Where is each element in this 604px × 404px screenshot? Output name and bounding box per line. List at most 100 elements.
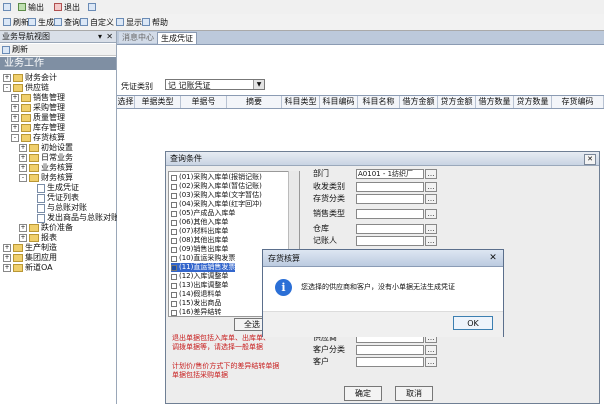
expand-icon[interactable]: + xyxy=(19,144,27,152)
tree-item[interactable]: + 质量管理 xyxy=(11,113,65,123)
column-header[interactable]: 贷方金额 xyxy=(438,96,476,108)
generate-button[interactable]: 生成 xyxy=(28,15,54,29)
ellipsis-button[interactable]: … xyxy=(425,209,437,219)
close-icon[interactable]: ✕ xyxy=(584,154,596,165)
column-header[interactable]: 科目类型 xyxy=(282,96,320,108)
list-item[interactable]: (01)采购入库单(报销记账) xyxy=(171,173,262,182)
field-input[interactable] xyxy=(356,209,424,219)
list-item[interactable]: (15)发出商品 xyxy=(171,299,221,308)
checkbox[interactable] xyxy=(171,246,177,253)
app-icon[interactable] xyxy=(3,0,11,14)
checkbox[interactable] xyxy=(171,282,177,289)
checkbox[interactable] xyxy=(171,183,177,190)
checkbox[interactable] xyxy=(171,219,177,226)
field-input[interactable] xyxy=(356,224,424,234)
custom-button[interactable]: 自定义 xyxy=(80,15,114,29)
tree-item[interactable]: + 生产制造 xyxy=(3,243,57,253)
column-header[interactable]: 借方数量 xyxy=(476,96,514,108)
navigation-refresh-button[interactable]: 刷新 xyxy=(0,44,116,56)
expand-icon[interactable]: + xyxy=(3,74,11,82)
ellipsis-button[interactable]: … xyxy=(425,182,437,192)
expand-icon[interactable]: + xyxy=(11,104,19,112)
tree-item[interactable]: + 新道OA xyxy=(3,263,53,273)
collapse-icon[interactable]: - xyxy=(19,174,27,182)
tab-message-center[interactable]: 消息中心 xyxy=(119,32,157,43)
section-header[interactable]: 业务工作 xyxy=(0,57,116,70)
checkbox[interactable] xyxy=(171,264,177,271)
list-item[interactable]: (04)采购入库单(红字回冲) xyxy=(171,200,262,209)
tree-item[interactable]: - 财务核算 xyxy=(19,173,73,183)
tree-item[interactable]: 生成凭证 xyxy=(27,183,79,193)
expand-icon[interactable]: + xyxy=(11,124,19,132)
list-item[interactable]: (06)其他入库单 xyxy=(171,218,228,227)
tree-item[interactable]: + 财务会计 xyxy=(3,73,57,83)
tab-generate-voucher[interactable]: 生成凭证 xyxy=(157,32,197,44)
checkbox[interactable] xyxy=(171,237,177,244)
checkbox[interactable] xyxy=(171,309,177,316)
list-item[interactable]: (09)销售出库单 xyxy=(171,245,228,254)
ellipsis-button[interactable]: … xyxy=(425,194,437,204)
column-header[interactable]: 贷方数量 xyxy=(514,96,552,108)
checkbox[interactable] xyxy=(171,255,177,262)
help-toolbar-button[interactable]: 帮助 xyxy=(142,15,168,29)
list-item[interactable]: (12)入库调整单 xyxy=(171,272,228,281)
list-item[interactable]: (14)假退料单 xyxy=(171,290,221,299)
expand-icon[interactable]: + xyxy=(11,114,19,122)
column-header[interactable]: 选择 xyxy=(117,96,135,108)
list-item[interactable]: (08)其他出库单 xyxy=(171,236,228,245)
message-ok-button[interactable]: OK xyxy=(453,316,493,330)
output-button[interactable]: 输出 xyxy=(18,0,44,14)
column-header[interactable]: 科目名称 xyxy=(358,96,400,108)
expand-icon[interactable]: + xyxy=(3,244,11,252)
expand-icon[interactable]: + xyxy=(19,234,27,242)
collapse-icon[interactable]: - xyxy=(11,134,19,142)
collapse-icon[interactable]: - xyxy=(3,84,11,92)
list-item[interactable]: (13)出库调整单 xyxy=(171,281,228,290)
query-button[interactable]: 查询 xyxy=(54,15,80,29)
list-item[interactable]: (10)直运采购发票 xyxy=(171,254,235,263)
expand-icon[interactable]: + xyxy=(3,254,11,262)
column-header[interactable]: 借方金额 xyxy=(400,96,438,108)
checkbox[interactable] xyxy=(171,228,177,235)
ellipsis-button[interactable]: … xyxy=(425,224,437,234)
display-button[interactable]: 显示 xyxy=(116,15,142,29)
tree-item[interactable]: + 跌价准备 xyxy=(19,223,73,233)
column-header[interactable]: 科目编码 xyxy=(320,96,358,108)
tree-item[interactable]: + 集团应用 xyxy=(3,253,57,263)
field-input[interactable] xyxy=(356,357,424,367)
ellipsis-button[interactable]: … xyxy=(425,236,437,246)
help-button[interactable] xyxy=(88,0,96,14)
tree-item[interactable]: 凭证列表 xyxy=(27,193,79,203)
list-item[interactable]: (05)产成品入库单 xyxy=(171,209,235,218)
tree-item[interactable]: 发出商品与总账对账 xyxy=(27,213,119,223)
column-header[interactable]: 单据号 xyxy=(181,96,227,108)
expand-icon[interactable]: + xyxy=(19,154,27,162)
refresh-button[interactable]: 刷新 xyxy=(3,15,29,29)
tree-item[interactable]: + 初始设置 xyxy=(19,143,73,153)
expand-icon[interactable]: + xyxy=(19,164,27,172)
list-item[interactable]: (07)材料出库单 xyxy=(171,227,228,236)
checkbox[interactable] xyxy=(171,300,177,307)
field-input[interactable] xyxy=(356,345,424,355)
expand-icon[interactable]: + xyxy=(3,264,11,272)
expand-icon[interactable]: + xyxy=(11,94,19,102)
checkbox[interactable] xyxy=(171,273,177,280)
ellipsis-button[interactable]: … xyxy=(425,169,437,179)
column-header[interactable]: 单据类型 xyxy=(135,96,181,108)
ellipsis-button[interactable]: … xyxy=(425,345,437,355)
tree-item[interactable]: - 存货核算 xyxy=(11,133,65,143)
expand-icon[interactable]: + xyxy=(19,224,27,232)
tree-item[interactable]: + 业务核算 xyxy=(19,163,73,173)
column-header[interactable]: 摘要 xyxy=(227,96,282,108)
checkbox[interactable] xyxy=(171,192,177,199)
checkbox[interactable] xyxy=(171,210,177,217)
tree-item[interactable]: + 报表 xyxy=(19,233,57,243)
tree-item[interactable]: 与总账对账 xyxy=(27,203,87,213)
ok-button[interactable]: 确定 xyxy=(344,386,382,401)
list-item[interactable]: (11)直运销售发票 xyxy=(171,263,236,272)
tree-item[interactable]: + 日常业务 xyxy=(19,153,73,163)
chevron-down-icon[interactable]: ▼ xyxy=(253,80,264,89)
column-header[interactable]: 存货编码 xyxy=(552,96,604,108)
field-input[interactable] xyxy=(356,194,424,204)
tree-item[interactable]: + 销售管理 xyxy=(11,93,65,103)
